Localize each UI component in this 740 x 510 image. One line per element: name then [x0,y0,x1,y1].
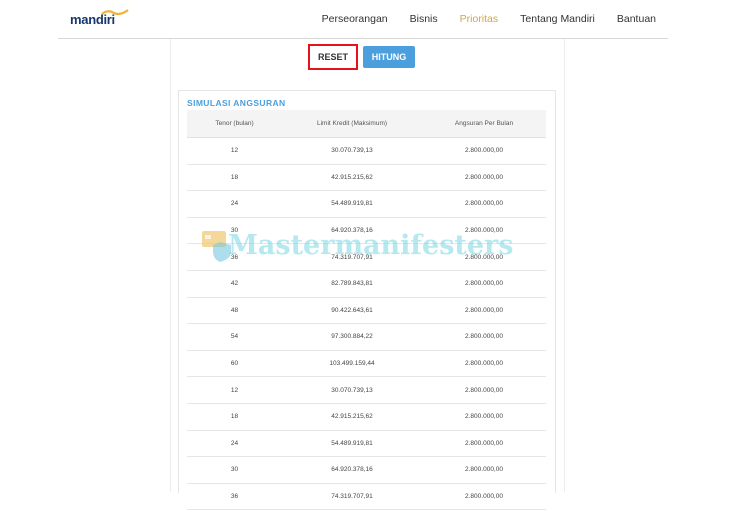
tenor-cell: 24 [230,200,239,208]
tenor-cell: 24 [230,439,239,447]
installment-cell: 2.800.000,00 [465,333,503,341]
installment-cell: 2.800.000,00 [465,227,503,235]
limit-cell: 54.489.919,81 [331,200,373,208]
limit-cell: 54.489.919,81 [331,439,373,447]
tenor-cell: 60 [230,360,239,368]
installment-cell: 2.800.000,00 [465,147,503,155]
limit-cell: 64.920.378,16 [331,227,373,235]
simulation-title: SIMULASI ANGSURAN [187,98,286,108]
column-header-installment: Angsuran Per Bulan [454,120,514,127]
tenor-cell: 12 [230,386,239,394]
limit-cell: 103.499.159,44 [329,360,375,368]
table-row: 36 74.319.707,91 2.800.000,00 [187,244,546,271]
table-row: 12 30.070.739,13 2.800.000,00 [187,138,546,165]
installment-cell: 2.800.000,00 [465,413,503,421]
tenor-cell: 18 [230,413,239,421]
table-row: 60 103.499.159,44 2.800.000,00 [187,351,546,378]
limit-cell: 97.300.884,22 [331,333,373,341]
site-header: mandiri Perseorangan Bisnis Prioritas Tenta… [58,0,668,39]
tenor-cell: 30 [230,227,239,235]
limit-cell: 82.789.843,81 [331,280,373,288]
limit-cell: 42.915.215,62 [331,413,373,421]
tenor-cell: 12 [230,147,239,155]
table-header: Tenor (bulan) Limit Kredit (Maksimum) An… [187,110,546,138]
tenor-cell: 36 [230,253,239,261]
table-row: 30 64.920.378,16 2.800.000,00 [187,218,546,245]
limit-cell: 30.070.739,13 [331,147,373,155]
nav-item-bisnis[interactable]: Bisnis [410,13,438,25]
installment-cell: 2.800.000,00 [465,439,503,447]
table-row: 30 64.920.378,16 2.800.000,00 [187,457,546,484]
table-row: 24 54.489.919,81 2.800.000,00 [187,191,546,218]
mandiri-logo[interactable]: mandiri [70,8,130,28]
limit-cell: 42.915.215,62 [331,173,373,181]
tenor-cell: 18 [230,173,239,181]
installment-cell: 2.800.000,00 [465,386,503,394]
table-row: 12 30.070.739,13 2.800.000,00 [187,377,546,404]
tenor-cell: 48 [230,306,239,314]
tenor-cell: 54 [230,333,239,341]
installment-cell: 2.800.000,00 [465,173,503,181]
table-row: 48 90.422.643,61 2.800.000,00 [187,298,546,325]
installment-cell: 2.800.000,00 [465,200,503,208]
simulation-panel: SIMULASI ANGSURAN Tenor (bulan) Limit Kr… [178,90,556,510]
table-body: 12 30.070.739,13 2.800.000,00 18 42.915.215,… [187,138,546,510]
limit-cell: 74.319.707,91 [331,253,373,261]
tenor-cell: 30 [230,466,239,474]
tenor-cell: 36 [230,493,239,501]
reset-button[interactable]: RESET [308,44,358,70]
nav-item-perseorangan[interactable]: Perseorangan [322,13,388,25]
installment-cell: 2.800.000,00 [465,466,503,474]
logo-text: mandiri [70,12,115,27]
limit-cell: 64.920.378,16 [331,466,373,474]
installment-cell: 2.800.000,00 [465,360,503,368]
installment-cell: 2.800.000,00 [465,493,503,501]
table-row: 54 97.300.884,22 2.800.000,00 [187,324,546,351]
hitung-button[interactable]: HITUNG [363,46,415,68]
table-row: 18 42.915.215,62 2.800.000,00 [187,165,546,192]
limit-cell: 30.070.739,13 [331,386,373,394]
main-nav: Perseorangan Bisnis Prioritas Tentang Mandi… [300,0,656,38]
installment-table: Tenor (bulan) Limit Kredit (Maksimum) An… [187,110,546,510]
column-header-limit: Limit Kredit (Maksimum) [316,120,388,127]
nav-item-prioritas[interactable]: Prioritas [460,13,499,25]
table-row: 42 82.789.843,81 2.800.000,00 [187,271,546,298]
limit-cell: 74.319.707,91 [331,493,373,501]
nav-item-bantuan[interactable]: Bantuan [617,13,656,25]
table-row: 18 42.915.215,62 2.800.000,00 [187,404,546,431]
limit-cell: 90.422.643,61 [331,306,373,314]
nav-item-tentang-mandiri[interactable]: Tentang Mandiri [520,13,595,25]
installment-cell: 2.800.000,00 [465,253,503,261]
installment-cell: 2.800.000,00 [465,280,503,288]
installment-cell: 2.800.000,00 [465,306,503,314]
column-header-tenor: Tenor (bulan) [215,120,254,127]
table-row: 36 74.319.707,91 2.800.000,00 [187,484,546,510]
tenor-cell: 42 [230,280,239,288]
table-row: 24 54.489.919,81 2.800.000,00 [187,431,546,458]
